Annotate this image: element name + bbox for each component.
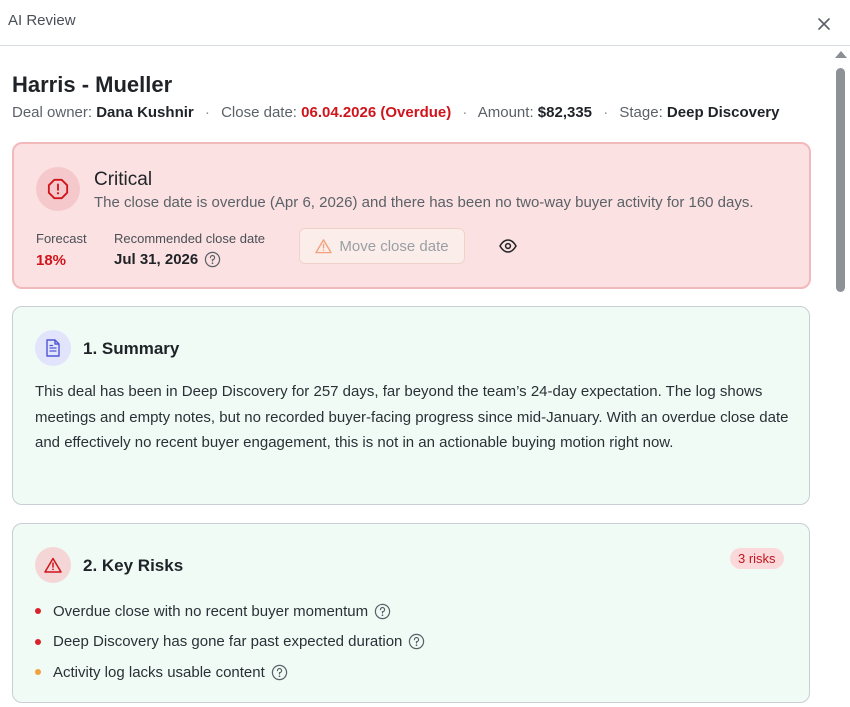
close-icon	[818, 18, 830, 30]
forecast-label: Forecast	[36, 231, 87, 246]
question-circle-icon	[374, 603, 391, 619]
recommended-close-date: Jul 31, 2026	[114, 251, 199, 268]
risks-title: 2. Key Risks	[83, 556, 184, 575]
risk-label: Overdue close with no recent buyer momen…	[53, 602, 369, 620]
risk-item: Activity log lacks usable content	[35, 657, 425, 688]
risk-label: Activity log lacks usable content	[53, 663, 265, 681]
warning-triangle-icon	[315, 239, 333, 254]
risk-severity-dot	[35, 669, 41, 676]
risk-label: Deep Discovery has gone far past expecte…	[53, 633, 403, 651]
risk-severity-dot	[35, 638, 41, 645]
close-date-label: Close date:	[221, 104, 297, 121]
risk-count-badge: 3 risks	[730, 548, 784, 569]
deal-meta: Deal owner: Dana Kushnir · Close date: 0…	[12, 104, 779, 121]
panel-title: AI Review	[8, 12, 76, 29]
preview-button[interactable]	[497, 235, 519, 257]
owner-value: Dana Kushnir	[96, 104, 194, 121]
critical-title: Critical	[94, 169, 153, 190]
meta-separator: ·	[603, 104, 609, 121]
stage-label: Stage:	[619, 104, 663, 121]
critical-description: The close date is overdue (Apr 6, 2026) …	[94, 194, 754, 211]
stage-value: Deep Discovery	[666, 104, 780, 121]
move-close-date-label: Move close date	[339, 237, 449, 255]
warning-triangle-icon	[44, 557, 62, 573]
risk-item: Overdue close with no recent buyer momen…	[35, 596, 425, 627]
scrollbar-thumb[interactable]	[836, 68, 845, 292]
question-circle-icon	[271, 664, 287, 680]
amount-label: Amount:	[477, 104, 534, 121]
move-close-date-button[interactable]: Move close date	[299, 228, 465, 264]
scrollbar[interactable]	[834, 48, 848, 707]
amount-value: $82,335	[537, 104, 593, 121]
meta-separator: ·	[462, 104, 468, 121]
document-icon	[46, 339, 60, 357]
scroll-up-arrow-icon[interactable]	[835, 51, 847, 58]
close-button[interactable]	[813, 13, 835, 35]
eye-icon	[499, 239, 517, 253]
summary-title: 1. Summary	[83, 339, 180, 358]
forecast-value: 18%	[36, 252, 67, 269]
close-date-value: 06.04.2026 (Overdue)	[301, 104, 452, 121]
risk-severity-dot	[35, 608, 41, 615]
meta-separator: ·	[204, 104, 210, 121]
recommended-close-label: Recommended close date	[114, 231, 266, 246]
critical-alert-card: Critical The close date is overdue (Apr …	[12, 142, 811, 289]
key-risks-card: 2. Key Risks 3 risks Overdue close with …	[12, 523, 810, 703]
summary-card: 1. Summary This deal has been in Deep Di…	[12, 306, 810, 505]
summary-icon-badge	[35, 330, 71, 366]
risk-help[interactable]	[408, 633, 425, 650]
panel-header: AI Review	[0, 0, 850, 46]
octagon-alert-icon	[47, 178, 69, 200]
owner-label: Deal owner:	[12, 104, 93, 121]
summary-text: This deal has been in Deep Discovery for…	[35, 383, 789, 451]
question-circle-icon[interactable]	[204, 251, 221, 268]
risk-help[interactable]	[271, 664, 288, 681]
critical-icon-badge	[36, 167, 80, 211]
review-content[interactable]: Harris - Mueller Deal owner: Dana Kushni…	[0, 47, 832, 707]
risk-help[interactable]	[374, 603, 391, 620]
risk-list: Overdue close with no recent buyer momen…	[35, 596, 425, 688]
deal-name: Harris - Mueller	[12, 72, 173, 97]
question-circle-icon	[409, 634, 425, 650]
recommended-close-value: Jul 31, 2026	[114, 251, 221, 268]
risks-icon-badge	[35, 547, 71, 583]
risk-item: Deep Discovery has gone far past expecte…	[35, 627, 425, 658]
